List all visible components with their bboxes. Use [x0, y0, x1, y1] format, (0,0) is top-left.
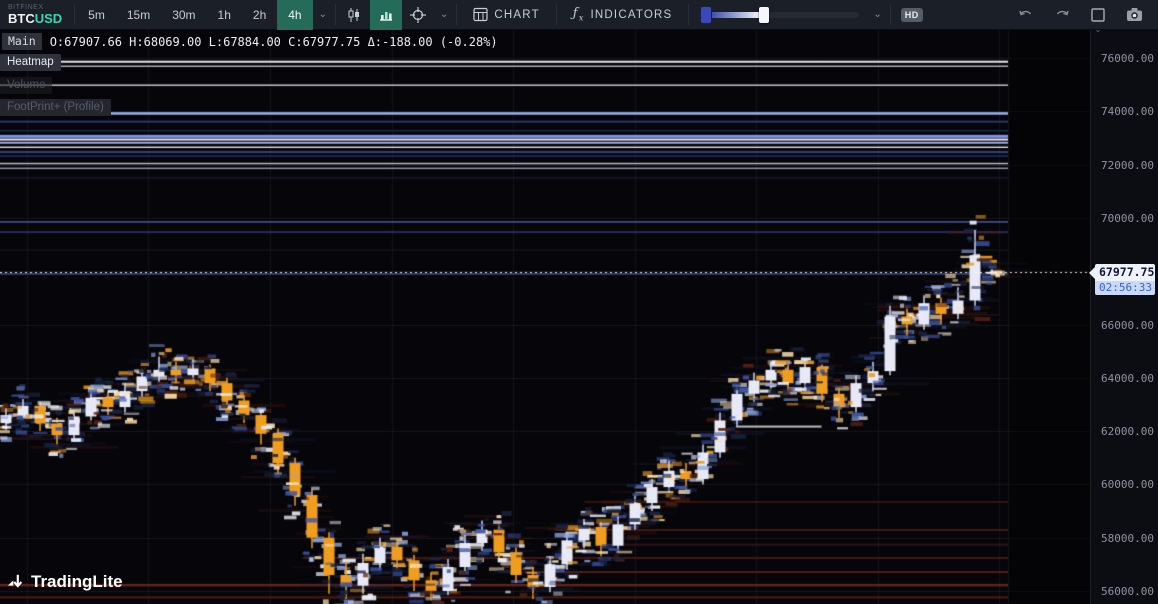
toolbar-divider: [456, 4, 457, 25]
timeframe-30m[interactable]: 30m: [161, 0, 206, 30]
symbol-pair: BTCUSD: [8, 12, 62, 26]
chart-button-label: CHART: [494, 9, 539, 21]
symbol-quote: USD: [35, 11, 62, 26]
main-pane-chip[interactable]: Main: [2, 33, 42, 50]
timeframe-dropdown-chevron-icon[interactable]: ⌄: [313, 9, 333, 20]
overlay-label-footprint[interactable]: FootPrint+ (Profile): [0, 99, 111, 116]
price-tick-label: 64000.00: [1101, 372, 1154, 385]
candlestick-style-button[interactable]: [338, 0, 370, 30]
price-tick-label: 56000.00: [1101, 585, 1154, 598]
timeframe-1h[interactable]: 1h: [207, 0, 242, 30]
chart-layout-icon: [473, 7, 488, 22]
camera-icon: [1126, 7, 1143, 22]
window-chevron-icon: ⌄: [1095, 27, 1102, 33]
symbol-base: BTC: [8, 11, 35, 26]
price-tick-label: 76000.00: [1101, 52, 1154, 65]
slider-fill: [707, 12, 763, 18]
slider-dropdown-chevron-icon[interactable]: ⌄: [867, 0, 887, 29]
indicators-button[interactable]: ƒx INDICATORS: [559, 0, 687, 29]
timeframe-5m[interactable]: 5m: [77, 0, 116, 30]
overlay-label-heatmap[interactable]: Heatmap: [0, 54, 61, 71]
overlay-label-volume[interactable]: Volume: [0, 77, 52, 94]
price-tick-label: 70000.00: [1101, 212, 1154, 225]
timeframe-2h[interactable]: 2h: [242, 0, 277, 30]
chart-button[interactable]: CHART: [459, 0, 553, 29]
crosshair-icon: [409, 6, 427, 24]
footprint-style-button[interactable]: [370, 0, 402, 30]
timeframe-group: 5m 15m 30m 1h 2h 4h ⌄: [77, 0, 333, 29]
price-tick-label: 58000.00: [1101, 532, 1154, 545]
candle-countdown: 02:56:33: [1095, 281, 1155, 295]
tradinglite-logo[interactable]: TradingLite: [7, 572, 123, 592]
price-tick-label: 74000.00: [1101, 105, 1154, 118]
slider-handle-max[interactable]: [759, 7, 769, 23]
price-tick-label: 62000.00: [1101, 425, 1154, 438]
candlestick-icon: [346, 7, 362, 23]
last-price-value: 67977.75: [1095, 264, 1155, 281]
style-dropdown-chevron-icon[interactable]: ⌄: [434, 0, 454, 29]
heatmap-intensity-slider[interactable]: [691, 0, 867, 29]
top-toolbar: BITFINEX BTCUSD 5m 15m 30m 1h 2h 4h ⌄: [0, 0, 1158, 30]
hd-quality-button[interactable]: HD: [901, 8, 923, 22]
price-tick-label: 72000.00: [1101, 159, 1154, 172]
toolbar-divider: [890, 4, 891, 25]
layout-window-button[interactable]: ⌄: [1080, 0, 1116, 30]
undo-icon: [1018, 8, 1034, 22]
price-tick-label: 60000.00: [1101, 478, 1154, 491]
tradinglite-logo-icon: [7, 573, 25, 591]
slider-track[interactable]: [699, 12, 859, 18]
ohlc-values: O:67907.66 H:68069.00 L:67884.00 C:67977…: [50, 35, 498, 49]
timeframe-15m[interactable]: 15m: [116, 0, 161, 30]
toolbar-divider: [688, 4, 689, 25]
price-tick-label: 66000.00: [1101, 319, 1154, 332]
price-axis[interactable]: 76000.0074000.0072000.0070000.0068000.00…: [1090, 30, 1158, 604]
toolbar-right-group: ⌄: [1008, 0, 1158, 29]
price-chart-canvas[interactable]: [0, 30, 1158, 604]
undo-button[interactable]: [1008, 0, 1044, 30]
screenshot-button[interactable]: [1116, 0, 1152, 30]
toolbar-divider: [335, 4, 336, 25]
volume-bars-icon: [378, 7, 394, 23]
ohlc-readout: Main O:67907.66 H:68069.00 L:67884.00 C:…: [0, 33, 498, 50]
tradinglite-logo-text: TradingLite: [31, 572, 123, 592]
toolbar-divider: [74, 4, 75, 25]
indicators-button-label: INDICATORS: [591, 9, 673, 21]
fx-icon: ƒx: [573, 6, 585, 23]
crosshair-style-button[interactable]: [402, 0, 434, 30]
tradinglite-app: BITFINEX BTCUSD 5m 15m 30m 1h 2h 4h ⌄: [0, 0, 1158, 604]
slider-handle-min[interactable]: [701, 7, 711, 23]
window-icon: [1090, 7, 1106, 23]
toolbar-divider: [556, 4, 557, 25]
last-price-tag: 67977.75 02:56:33: [1095, 264, 1155, 295]
redo-icon: [1054, 8, 1070, 22]
redo-button[interactable]: [1044, 0, 1080, 30]
symbol-selector[interactable]: BITFINEX BTCUSD: [0, 0, 72, 29]
timeframe-4h[interactable]: 4h: [277, 0, 312, 30]
